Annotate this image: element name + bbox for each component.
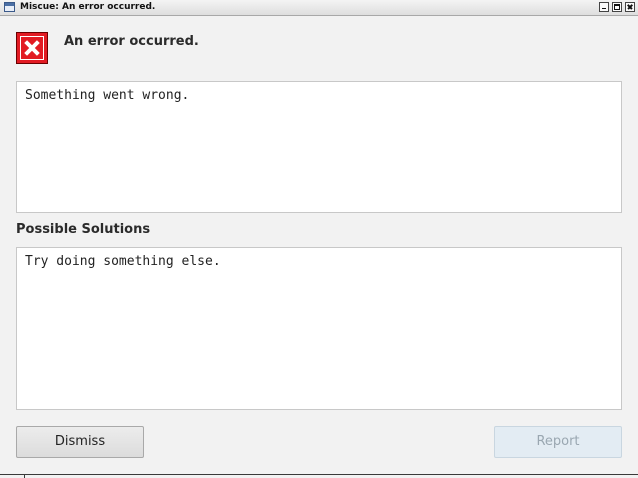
possible-solutions-textarea[interactable]: Try doing something else. — [16, 247, 622, 410]
window-bottom-border — [0, 474, 638, 475]
dismiss-button[interactable]: Dismiss — [16, 426, 144, 458]
window-bottom-tick — [24, 474, 25, 478]
error-dialog-window: Miscue: An error occurred. An error occu… — [0, 0, 638, 478]
maximize-button[interactable] — [612, 2, 622, 12]
close-button[interactable] — [625, 2, 635, 12]
error-message-textarea[interactable]: Something went wrong. — [16, 81, 622, 213]
minimize-button[interactable] — [599, 2, 609, 12]
possible-solutions-label: Possible Solutions — [16, 222, 151, 237]
error-x-icon — [16, 32, 48, 64]
window-title: Miscue: An error occurred. — [20, 2, 156, 12]
title-bar[interactable]: Miscue: An error occurred. — [0, 0, 638, 16]
app-window-icon — [4, 2, 15, 12]
report-button[interactable]: Report — [494, 426, 622, 458]
error-heading: An error occurred. — [64, 34, 199, 49]
